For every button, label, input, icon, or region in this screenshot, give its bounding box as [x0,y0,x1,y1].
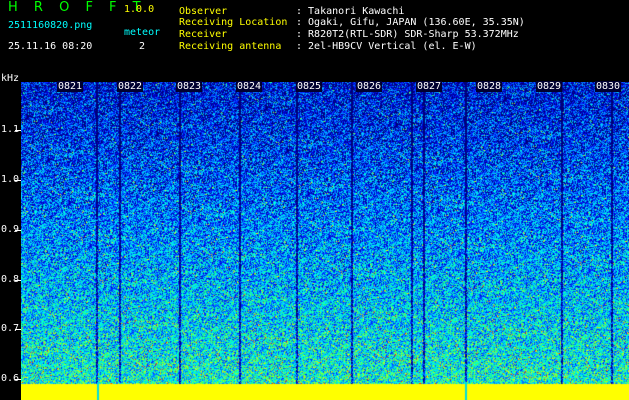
time-tick-label: 0821 [57,81,84,92]
time-tick-label: 0827 [416,81,443,92]
antenna-label: Receiving antenna [179,41,282,52]
time-tick-label: 0825 [296,81,323,92]
freq-tick [15,329,21,330]
location-value: : Ogaki, Gifu, JAPAN (136.60E, 35.35N) [296,17,525,28]
time-tick-label: 0823 [176,81,203,92]
meteor-count: 2 [139,41,146,52]
spectrogram [21,82,629,400]
antenna-value: : 2el-HB9CV Vertical (el. E-W) [296,41,477,52]
meteor-label: meteor [124,27,161,38]
observer-value: : Takanori Kawachi [296,6,405,17]
freq-tick [15,379,21,380]
location-label: Receiving Location [179,17,288,28]
freq-tick [15,230,21,231]
freq-tick [15,280,21,281]
receiver-value: : R820T2(RTL-SDR) SDR-Sharp 53.372MHz [296,29,519,40]
time-tick-label: 0828 [476,81,503,92]
observer-label: Observer [179,6,228,17]
version-label: 1.0.0 [124,4,155,15]
freq-unit-label: kHz [1,73,20,84]
filename-label: 2511160820.png [8,20,93,31]
time-tick-label: 0830 [595,81,622,92]
time-tick-label: 0829 [536,81,563,92]
freq-tick [15,130,21,131]
time-tick-label: 0824 [236,81,263,92]
time-tick-label: 0826 [356,81,383,92]
freq-tick [15,180,21,181]
time-tick-label: 0822 [117,81,144,92]
receiver-label: Receiver [179,29,228,40]
datetime-label: 25.11.16 08:20 [8,41,93,52]
